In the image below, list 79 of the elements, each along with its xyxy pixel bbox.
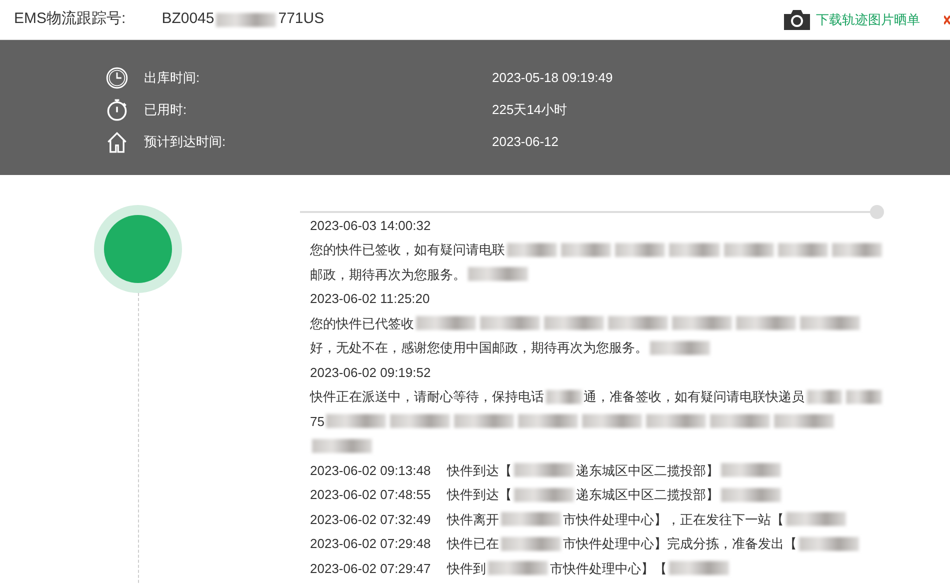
stopwatch-icon [106, 99, 128, 121]
redaction-blur [710, 414, 770, 428]
event-time: 2023-06-02 07:29:47 [310, 560, 432, 578]
redaction-blur [615, 242, 666, 257]
redaction-blur [416, 316, 476, 330]
event-time: 2023-06-02 07:29:48 [310, 535, 432, 553]
event-time: 2023-06-02 07:32:49 [310, 510, 432, 528]
event-time: 2023-06-02 09:19:52 [310, 364, 431, 382]
event-text: 快件已在 [447, 535, 499, 553]
redaction-blur [544, 316, 604, 330]
redaction-blur [390, 414, 450, 428]
summary-value: 225天14小时 [492, 101, 568, 120]
redaction-blur [454, 414, 514, 428]
redaction-blur [724, 242, 774, 257]
redaction-blur [669, 561, 729, 576]
redaction-blur [326, 414, 386, 428]
redaction-blur [806, 390, 842, 404]
redaction-blur [216, 12, 276, 26]
redaction-blur [778, 242, 828, 257]
event-text: 快件到达【 [447, 486, 512, 504]
clock-icon [106, 67, 128, 89]
redaction-blur [480, 316, 540, 330]
event-text: 通，准备签收，如有疑问请电联快递员 [584, 388, 805, 406]
redaction-blur [799, 536, 859, 551]
event-time: 2023-06-02 09:13:48 [310, 462, 432, 480]
event-text: 市快件处理中心】，正在发往下一站【 [563, 510, 784, 528]
redaction-blur [507, 242, 558, 257]
redaction-blur [501, 512, 561, 526]
close-icon[interactable] [944, 14, 950, 24]
event-text: 您的快件已代签收 [310, 314, 414, 332]
redaction-blur [518, 414, 578, 428]
summary-label: 出库时间: [144, 69, 201, 88]
redaction-blur [786, 512, 846, 526]
event-time: 2023-06-02 07:48:55 [310, 486, 432, 504]
redaction-blur [501, 536, 561, 551]
redaction-blur [721, 463, 781, 478]
event-text: 市快件处理中心】完成分拣，准备发出【 [563, 535, 797, 553]
event-text: 市快件处理中心】【 [550, 560, 667, 578]
redaction-blur [669, 242, 720, 257]
event-text: 您的快件已签收，如有疑问请电联 [310, 241, 505, 259]
event-text: 快件到达【 [447, 462, 512, 480]
redaction-blur [468, 267, 528, 282]
event-text: 快件到 [447, 560, 486, 578]
event-time: 2023-06-02 11:25:20 [310, 290, 430, 308]
event-text: 递东城区中区二揽投部】 [576, 462, 719, 480]
camera-icon [782, 8, 812, 30]
redaction-blur [561, 242, 612, 257]
redaction-blur [846, 390, 882, 404]
redaction-blur [721, 488, 781, 502]
summary-value: 2023-05-18 09:19:49 [492, 69, 613, 88]
event-text: 邮政，期待再次为您服务。 [310, 266, 466, 284]
tracking-number: 771US [278, 9, 324, 30]
redaction-blur [646, 414, 706, 428]
redaction-blur [650, 340, 710, 355]
summary-label: 已用时: [144, 101, 188, 120]
redaction-blur [546, 390, 582, 404]
redaction-blur [736, 316, 796, 330]
redaction-blur [582, 414, 642, 428]
home-icon [106, 131, 128, 153]
event-text: 快件正在派送中，请耐心等待，保持电话 [310, 388, 544, 406]
event-text: 75 [310, 412, 324, 430]
redaction-blur [514, 488, 574, 502]
redaction-blur [488, 561, 548, 576]
redaction-blur [774, 414, 834, 428]
event-text: 好，无处不在，感谢您使用中国邮政，期待再次为您服务。 [310, 339, 648, 357]
summary-value: 2023-06-12 [492, 133, 558, 152]
download-link[interactable]: 下载轨迹图片晒单 [816, 10, 920, 30]
redaction-blur [800, 316, 860, 330]
event-text: 递东城区中区二揽投部】 [576, 486, 719, 504]
redaction-blur [672, 316, 732, 330]
redaction-blur [312, 438, 372, 453]
tracking-number: BZ0045 [162, 9, 214, 30]
tracking-label: EMS物流跟踪号: [14, 9, 126, 30]
summary-label: 预计到达时间: [144, 133, 227, 152]
redaction-blur [608, 316, 668, 330]
event-text: 快件离开 [447, 510, 499, 528]
redaction-blur [514, 463, 574, 478]
event-time: 2023-06-03 14:00:32 [310, 216, 431, 234]
redaction-blur [832, 242, 882, 257]
